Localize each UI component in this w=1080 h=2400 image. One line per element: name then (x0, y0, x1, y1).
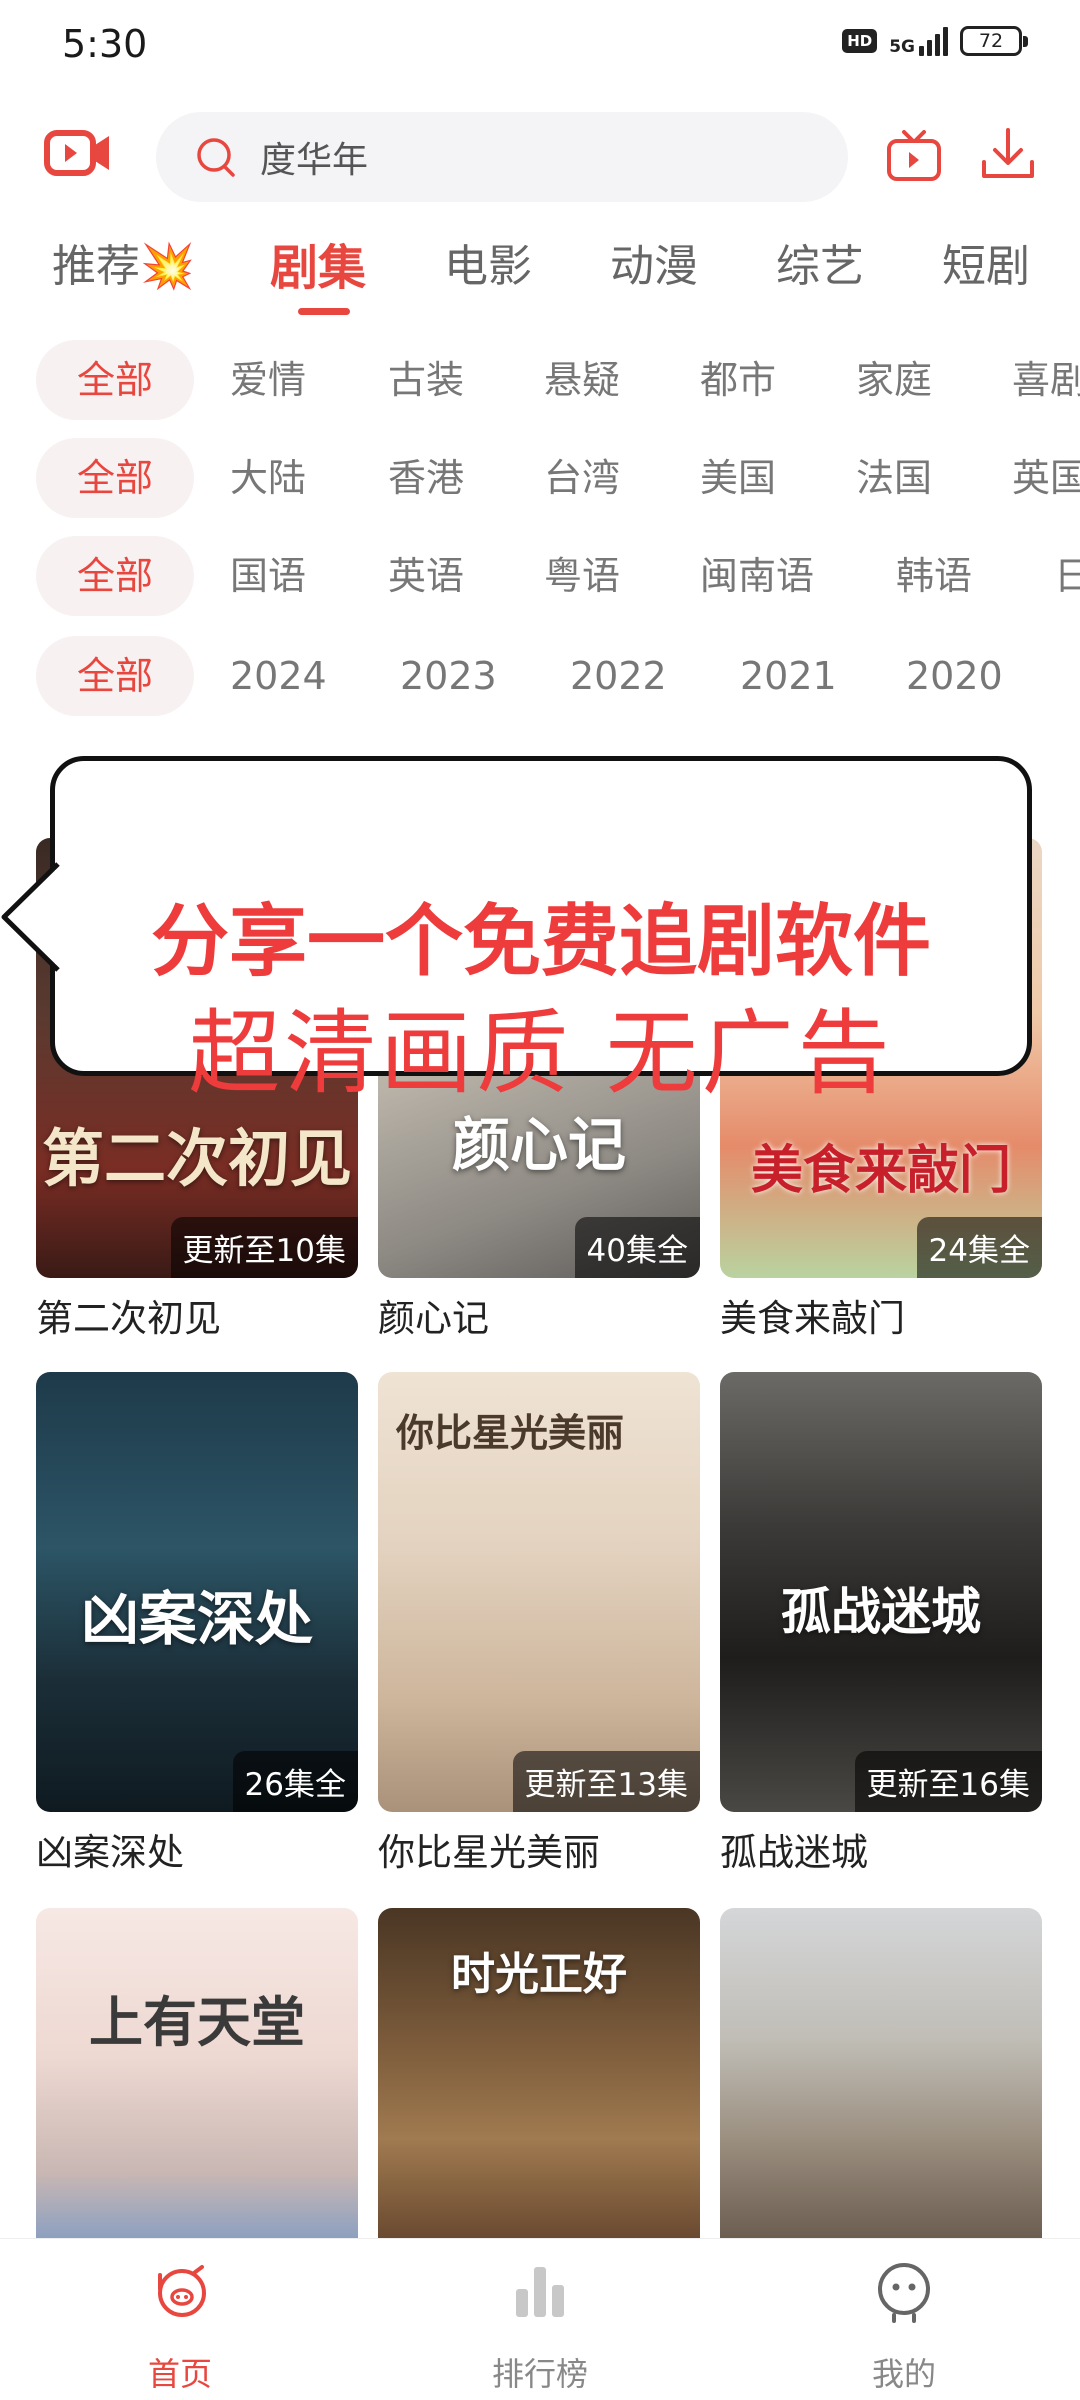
explosion-icon: 💥 (140, 241, 195, 292)
show-poster[interactable]: 你比星光美丽 更新至13集 (378, 1372, 700, 1812)
filter-option[interactable]: 悬疑 (544, 340, 620, 420)
video-camera-icon[interactable] (44, 128, 112, 178)
nav-label: 排行榜 (491, 2355, 588, 2393)
nav-home[interactable]: 首页 (70, 2239, 290, 2400)
status-indicators: HD 5G 72 (842, 26, 1028, 56)
poster-title-art: 凶案深处 (80, 1585, 313, 1653)
filter-option[interactable]: 日语 (1054, 536, 1080, 616)
filter-option[interactable]: 家庭 (856, 340, 932, 420)
filter-option[interactable]: 美国 (700, 438, 776, 518)
tab-recommend[interactable]: 推荐💥 (52, 230, 195, 294)
show-poster[interactable]: 时光正好 (378, 1908, 700, 2238)
filter-option[interactable]: 英语 (388, 536, 464, 616)
tv-icon[interactable] (886, 130, 942, 182)
callout-headline: 分享一个免费追剧软件 (150, 897, 931, 987)
show-title[interactable]: 孤战迷城 (720, 1822, 1042, 1876)
pig-home-icon (158, 2265, 206, 2317)
filter-option[interactable]: 2021 (740, 636, 837, 716)
show-poster[interactable]: 凶案深处 26集全 (36, 1372, 358, 1812)
search-icon (197, 138, 235, 177)
filter-all-chip[interactable]: 全部 (36, 340, 194, 420)
filter-option[interactable]: 国语 (230, 536, 306, 616)
episode-badge: 更新至13集 (512, 1751, 700, 1812)
tab-series[interactable]: 剧集 (270, 228, 366, 298)
signal-icon: 5G (889, 26, 948, 56)
poster-title-art: 你比星光美丽 (396, 1410, 625, 1455)
battery-icon: 72 (960, 26, 1028, 56)
episode-badge: 24集全 (916, 1217, 1042, 1278)
episode-badge: 26集全 (232, 1751, 358, 1812)
poster-title-art: 时光正好 (451, 1949, 627, 2000)
show-title[interactable]: 凶案深处 (36, 1822, 358, 1876)
nav-label: 首页 (147, 2355, 212, 2393)
network-type: 5G (889, 37, 915, 57)
filter-option[interactable]: 大陆 (230, 438, 306, 518)
filter-all-chip[interactable]: 全部 (36, 536, 194, 616)
filter-row-genre: 全部 爱情 古装 悬疑 都市 家庭 喜剧 (0, 340, 1080, 420)
filter-option[interactable]: 英国 (1012, 438, 1080, 518)
show-poster[interactable]: 上有天堂 (36, 1908, 358, 2238)
filter-option[interactable]: 2023 (400, 636, 497, 716)
filter-option[interactable]: 台湾 (544, 438, 620, 518)
filter-option[interactable]: 2022 (570, 636, 667, 716)
smiley-profile-icon (878, 2263, 930, 2323)
show-title[interactable]: 美食来敲门 (720, 1288, 1042, 1342)
episode-badge: 40集全 (574, 1217, 700, 1278)
filter-option[interactable]: 2020 (906, 636, 1003, 716)
search-input[interactable]: 度华年 (156, 112, 848, 202)
show-title[interactable]: 第二次初见 (36, 1288, 358, 1342)
filter-option[interactable]: 香港 (388, 438, 464, 518)
poster-title-art: 孤战迷城 (781, 1582, 981, 1641)
episode-badge: 更新至16集 (854, 1751, 1042, 1812)
filter-all-chip[interactable]: 全部 (36, 636, 194, 716)
show-poster[interactable]: 孤战迷城 更新至16集 (720, 1372, 1042, 1812)
nav-profile[interactable]: 我的 (794, 2239, 1014, 2400)
callout-pointer-icon (1, 862, 62, 972)
filter-option[interactable]: 喜剧 (1012, 340, 1080, 420)
tab-movies[interactable]: 电影 (444, 230, 532, 294)
filter-row-language: 全部 国语 英语 粤语 闽南语 韩语 日语 (0, 536, 1080, 616)
category-tabs: 推荐💥 剧集 电影 动漫 综艺 短剧 (0, 230, 1080, 320)
tab-label: 推荐 (52, 241, 140, 292)
status-time: 5:30 (62, 22, 148, 66)
filter-option[interactable]: 爱情 (230, 340, 306, 420)
filter-option[interactable]: 闽南语 (700, 536, 814, 616)
tab-short-drama[interactable]: 短剧 (942, 230, 1030, 294)
nav-ranking[interactable]: 排行榜 (430, 2239, 650, 2400)
top-bar: 度华年 (0, 108, 1080, 204)
filter-option[interactable]: 都市 (700, 340, 776, 420)
poster-title-art: 美食来敲门 (750, 1140, 1011, 1201)
filter-option[interactable]: 粤语 (544, 536, 620, 616)
show-card[interactable]: 你比星光美丽 更新至13集 你比星光美丽 (378, 1372, 700, 1876)
show-card[interactable]: 凶案深处 26集全 凶案深处 (36, 1372, 358, 1876)
download-icon[interactable] (978, 124, 1038, 184)
show-title[interactable]: 颜心记 (378, 1288, 700, 1342)
filter-option[interactable]: 韩语 (896, 536, 972, 616)
status-bar: 5:30 HD 5G 72 (0, 0, 1080, 96)
hd-icon: HD (842, 29, 878, 53)
filter-option[interactable]: 法国 (856, 438, 932, 518)
filter-row-region: 全部 大陆 香港 台湾 美国 法国 英国 (0, 438, 1080, 518)
show-title[interactable]: 你比星光美丽 (378, 1822, 700, 1876)
callout-subline: 超清画质 无广告 (188, 1000, 894, 1107)
filter-row-year: 全部 2024 2023 2022 2021 2020 (0, 636, 1080, 716)
filter-all-chip[interactable]: 全部 (36, 438, 194, 518)
bottom-navigation: 首页 排行榜 我的 (0, 2238, 1080, 2400)
promo-callout: 分享一个免费追剧软件 超清画质 无广告 (50, 756, 1032, 1107)
nav-label: 我的 (871, 2355, 936, 2393)
episode-badge: 更新至10集 (170, 1217, 358, 1278)
tab-variety[interactable]: 综艺 (776, 230, 864, 294)
show-poster[interactable] (720, 1908, 1042, 2238)
show-card[interactable]: 孤战迷城 更新至16集 孤战迷城 (720, 1372, 1042, 1876)
poster-title-art: 上有天堂 (89, 1990, 305, 2054)
tab-anime[interactable]: 动漫 (610, 230, 698, 294)
filter-option[interactable]: 2024 (230, 636, 327, 716)
poster-title-art: 第二次初见 (41, 1122, 352, 1195)
ranking-chart-icon (516, 2267, 564, 2317)
active-tab-indicator (298, 308, 350, 315)
search-query: 度华年 (260, 140, 369, 181)
filter-option[interactable]: 古装 (388, 340, 464, 420)
